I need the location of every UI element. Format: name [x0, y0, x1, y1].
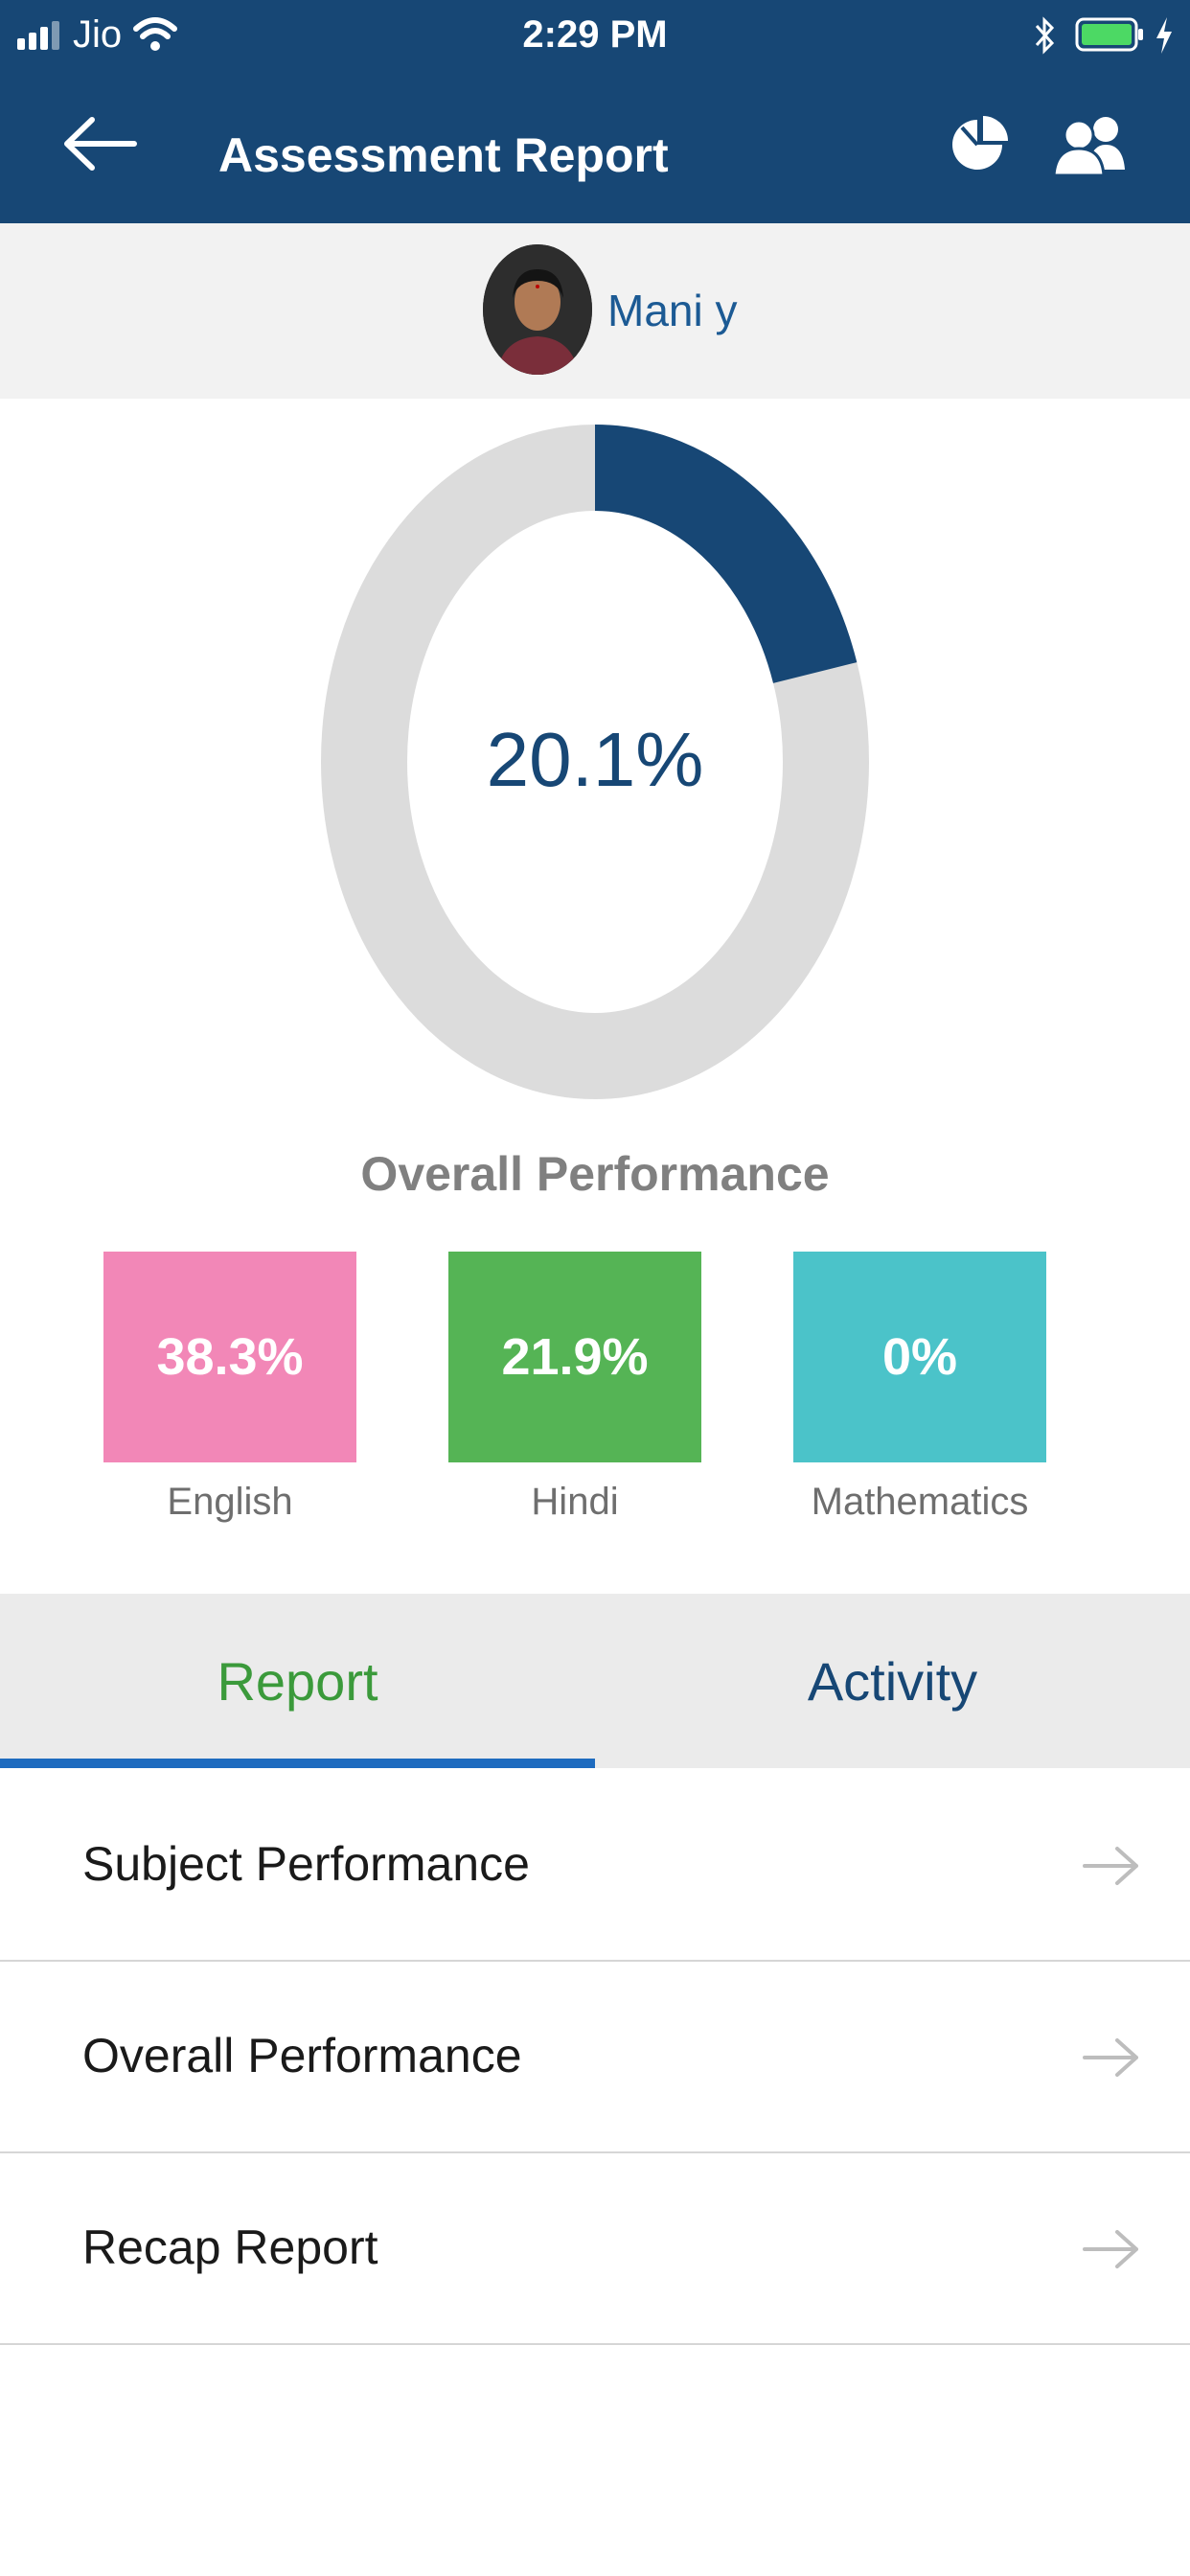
subject-score: 38.3%	[156, 1328, 304, 1386]
subject-label: Hindi	[531, 1481, 619, 1523]
list-item-overall-performance[interactable]: Overall Performance	[0, 1960, 1190, 2153]
donut-progress-arc	[593, 425, 858, 684]
tab-activity-label: Activity	[807, 1650, 978, 1712]
pie-chart-icon[interactable]	[949, 114, 1010, 175]
users-icon[interactable]	[1050, 114, 1129, 175]
list-item-subject-performance[interactable]: Subject Performance	[0, 1768, 1190, 1962]
active-tab-indicator	[0, 1759, 595, 1768]
tab-report[interactable]: Report	[0, 1594, 595, 1768]
subject-tile-mathematics[interactable]: 0%	[793, 1252, 1046, 1462]
arrow-right-icon	[1083, 2230, 1138, 2268]
tab-report-label: Report	[217, 1650, 378, 1712]
subject-score: 0%	[881, 1328, 958, 1386]
list-item-label: Overall Performance	[82, 2029, 522, 2082]
overall-performance-donut: 20.1%	[321, 425, 869, 1099]
status-bar: Jio 2:29 PM	[0, 0, 1190, 72]
avatar-image	[483, 244, 592, 375]
back-arrow-icon[interactable]	[59, 110, 142, 177]
list-item-recap-report[interactable]: Recap Report	[0, 2151, 1190, 2345]
status-time: 2:29 PM	[522, 13, 668, 56]
tab-bar: Report Activity	[0, 1594, 1190, 1768]
subject-tile-english[interactable]: 38.3%	[103, 1252, 356, 1462]
tab-activity[interactable]: Activity	[595, 1594, 1190, 1768]
bluetooth-icon	[1035, 16, 1055, 55]
subject-tile-hindi[interactable]: 21.9%	[448, 1252, 701, 1462]
list-item-label: Subject Performance	[82, 1837, 530, 1891]
avatar	[483, 244, 592, 375]
nav-bar: Assessment Report	[0, 72, 1190, 223]
overall-performance-label: Overall Performance	[360, 1147, 830, 1201]
profile-name: Mani y	[607, 286, 738, 335]
page-title: Assessment Report	[218, 128, 669, 182]
subject-score: 21.9%	[501, 1328, 649, 1386]
overall-percent: 20.1%	[487, 717, 704, 802]
subject-label: Mathematics	[811, 1481, 1029, 1523]
charging-icon	[1156, 17, 1172, 54]
list-item-label: Recap Report	[82, 2220, 378, 2274]
arrow-right-icon	[1083, 2038, 1138, 2077]
battery-icon	[1075, 17, 1143, 52]
profile-bar: Mani y	[0, 223, 1190, 399]
subject-label: English	[167, 1481, 293, 1523]
arrow-right-icon	[1083, 1847, 1138, 1885]
